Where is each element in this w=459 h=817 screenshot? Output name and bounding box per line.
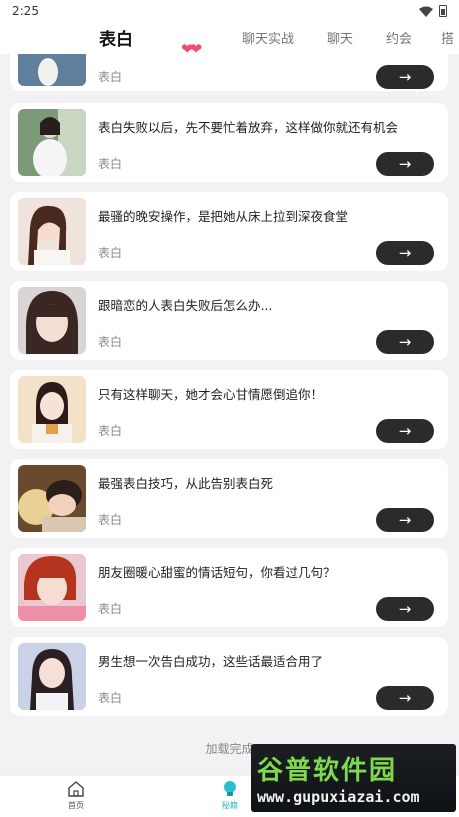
status-icons [419, 5, 447, 17]
site-watermark: 谷普软件园 www.gupuxiazai.com [251, 744, 456, 812]
article-thumbnail [18, 554, 86, 621]
wifi-icon [419, 6, 433, 17]
article-tag: 表白 [98, 157, 123, 171]
list-item[interactable]: 跟暗恋的人表白失败后怎么办... 表白 → [10, 281, 448, 360]
article-tag: 表白 [98, 513, 123, 527]
tab-more-clipped[interactable]: 搭 [441, 28, 459, 48]
list-item[interactable]: 表白 → [10, 54, 448, 91]
article-thumbnail [18, 643, 86, 710]
article-tag: 表白 [98, 602, 123, 616]
article-title: 最强表白技巧，从此告别表白死 [98, 476, 274, 491]
article-thumbnail [18, 287, 86, 354]
article-tag: 表白 [98, 691, 123, 705]
article-title: 跟暗恋的人表白失败后怎么办... [98, 298, 273, 313]
article-thumbnail [18, 465, 86, 532]
category-tabs: 表白 ❤❤ 聊天实战 聊天 约会 [0, 22, 459, 65]
nav-tips-label: 秘籍 [222, 801, 238, 810]
open-article-button[interactable]: → [376, 241, 434, 265]
article-title: 表白失败以后，先不要忙着放弃，这样做你就还有机会 [98, 120, 399, 135]
list-item[interactable]: 表白失败以后，先不要忙着放弃，这样做你就还有机会 表白 → [10, 103, 448, 182]
list-item[interactable]: 男生想一次告白成功，这些话最适合用了 表白 → [10, 637, 448, 716]
article-tag: 表白 [98, 335, 123, 349]
list-item[interactable]: 最骚的晚安操作，是把她从床上拉到深夜食堂 表白 → [10, 192, 448, 271]
open-article-button[interactable]: → [376, 508, 434, 532]
home-icon [68, 781, 84, 797]
tab-chat[interactable]: 聊天 [327, 28, 353, 47]
open-article-button[interactable]: → [376, 686, 434, 710]
article-tag: 表白 [98, 246, 123, 260]
article-thumbnail [18, 198, 86, 265]
open-article-button[interactable]: → [376, 152, 434, 176]
nav-home-label: 首页 [68, 801, 84, 810]
article-title: 只有这样聊天，她才会心甘情愿倒追你！ [98, 387, 324, 402]
article-title: 男生想一次告白成功，这些话最适合用了 [98, 654, 324, 669]
article-title: 最骚的晚安操作，是把她从床上拉到深夜食堂 [98, 209, 349, 224]
status-time: 2:25 [12, 4, 39, 18]
article-title: 朋友圈暖心甜蜜的情话短句，你看过几句？ [98, 565, 336, 580]
open-article-button[interactable]: → [376, 419, 434, 443]
tab-dating[interactable]: 约会 [386, 28, 412, 47]
battery-icon [439, 5, 447, 17]
list-item[interactable]: 最强表白技巧，从此告别表白死 表白 → [10, 459, 448, 538]
watermark-url: www.gupuxiazai.com [257, 788, 420, 806]
tab-confession[interactable]: 表白 [99, 25, 133, 50]
list-item[interactable]: 朋友圈暖心甜蜜的情话短句，你看过几句？ 表白 → [10, 548, 448, 627]
open-article-button[interactable]: → [376, 597, 434, 621]
nav-home[interactable]: 首页 [46, 780, 106, 811]
lightbulb-icon [224, 781, 236, 796]
article-thumbnail [18, 54, 86, 86]
article-thumbnail [18, 376, 86, 443]
article-thumbnail [18, 109, 86, 176]
article-tag: 表白 [98, 424, 123, 438]
open-article-button[interactable]: → [376, 330, 434, 354]
open-article-button[interactable]: → [376, 65, 434, 89]
status-bar: 2:25 [0, 0, 459, 22]
tab-chat-practice[interactable]: 聊天实战 [242, 28, 294, 47]
article-tag: 表白 [98, 70, 123, 84]
list-item[interactable]: 只有这样聊天，她才会心甘情愿倒追你！ 表白 → [10, 370, 448, 449]
watermark-title: 谷普软件园 [257, 756, 398, 786]
